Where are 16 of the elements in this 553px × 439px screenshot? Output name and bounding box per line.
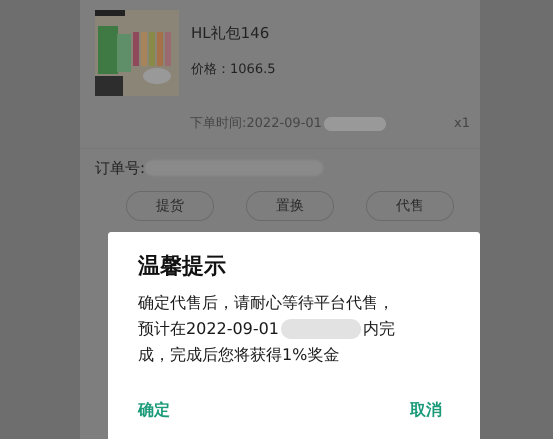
redacted-blur	[324, 116, 386, 131]
order-number-label: 订单号:	[95, 158, 146, 178]
dialog-message-line: 成，完成后您将获得1%奖金	[138, 344, 340, 366]
dialog-message-line: 预计在2022-09-01	[138, 318, 279, 340]
action-button[interactable]: 提货	[126, 191, 214, 221]
dialog-title: 温馨提示	[138, 256, 226, 278]
order-time: 下单时间:2022-09-01	[190, 115, 322, 133]
product-price: 价格：1066.5	[191, 63, 276, 76]
dialog-message-line: 内完	[362, 318, 395, 340]
dialog-button[interactable]: 确定	[138, 398, 170, 422]
product-title: HL礼包146	[191, 26, 270, 41]
action-button[interactable]: 代售	[366, 191, 454, 221]
action-button[interactable]: 置换	[246, 191, 334, 221]
dialog-message-line: 确定代售后，请耐心等待平台代售，	[138, 292, 394, 314]
quantity: x1	[454, 115, 470, 133]
dialog-button[interactable]: 取消	[410, 398, 442, 422]
